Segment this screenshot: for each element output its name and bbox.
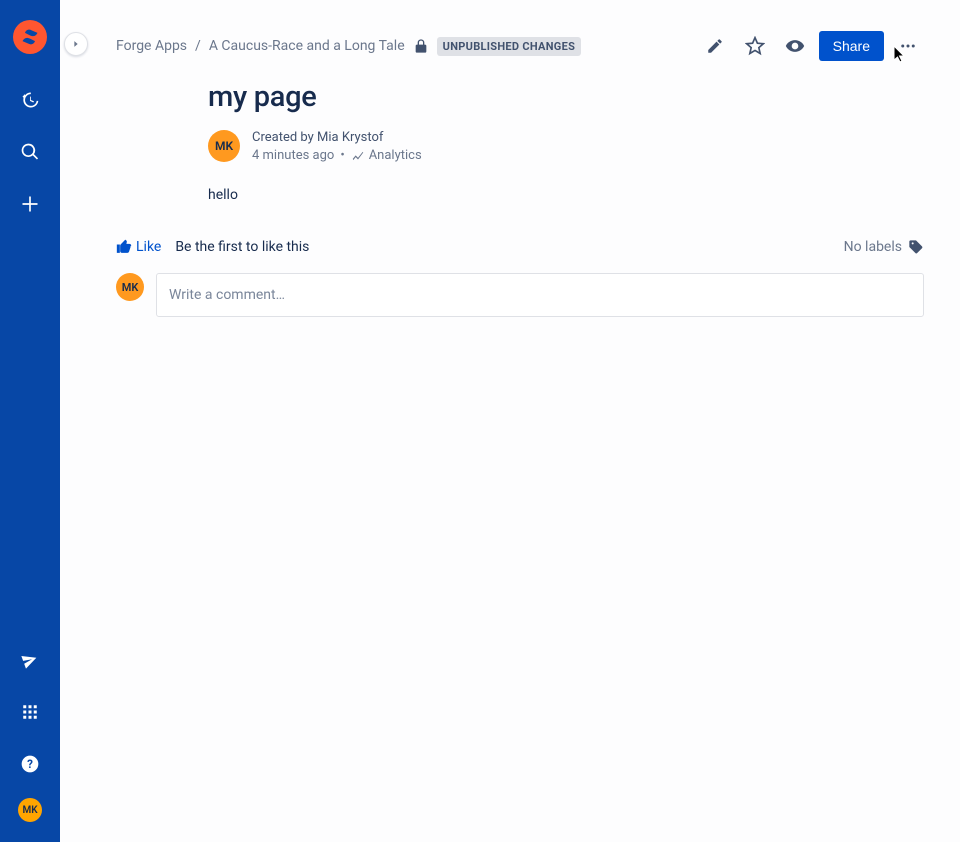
chevron-right-icon xyxy=(71,39,81,49)
page-content-text: hello xyxy=(208,187,904,203)
breadcrumb-space-link[interactable]: Forge Apps xyxy=(116,38,187,54)
analytics-link[interactable]: Analytics xyxy=(351,148,422,163)
share-button[interactable]: Share xyxy=(819,31,884,61)
star-button[interactable] xyxy=(739,30,771,62)
apps-button[interactable] xyxy=(12,694,48,730)
help-button[interactable]: ? xyxy=(12,746,48,782)
global-navigation: ? MK xyxy=(0,0,60,842)
breadcrumb: Forge Apps / A Caucus-Race and a Long Ta… xyxy=(116,37,581,56)
timestamp-text[interactable]: 4 minutes ago xyxy=(252,148,334,163)
pencil-icon xyxy=(706,37,724,55)
page-title: my page xyxy=(208,80,904,114)
page-header-row: Forge Apps / A Caucus-Race and a Long Ta… xyxy=(60,0,960,72)
search-button[interactable] xyxy=(12,134,48,170)
plus-icon xyxy=(20,194,40,214)
status-chip: UNPUBLISHED CHANGES xyxy=(437,37,582,56)
profile-avatar[interactable]: MK xyxy=(18,798,42,822)
like-prompt-text: Be the first to like this xyxy=(175,239,309,255)
thumbs-up-icon xyxy=(116,239,132,255)
global-nav-bottom: ? MK xyxy=(12,642,48,822)
comment-avatar[interactable]: MK xyxy=(116,273,144,301)
analytics-icon xyxy=(351,149,365,163)
tag-icon xyxy=(908,239,924,255)
comment-input[interactable] xyxy=(156,273,924,317)
megaphone-icon xyxy=(21,651,39,669)
breadcrumb-separator: / xyxy=(195,38,201,54)
whats-new-button[interactable] xyxy=(12,642,48,678)
watch-button[interactable] xyxy=(779,30,811,62)
page-byline: MK Created by Mia Krystof 4 minutes ago … xyxy=(208,130,904,163)
breadcrumb-page-link[interactable]: A Caucus-Race and a Long Tale xyxy=(209,38,405,54)
created-by-text: Created by Mia Krystof xyxy=(252,130,422,145)
confluence-icon xyxy=(20,27,40,47)
author-avatar[interactable]: MK xyxy=(208,130,240,162)
comment-section: MK xyxy=(60,273,960,317)
help-icon: ? xyxy=(20,754,40,774)
svg-text:?: ? xyxy=(27,757,33,771)
more-actions-button[interactable] xyxy=(892,30,924,62)
create-button[interactable] xyxy=(12,186,48,222)
eye-icon xyxy=(785,36,805,56)
app-switcher-logo[interactable] xyxy=(13,20,47,54)
main-content: Forge Apps / A Caucus-Race and a Long Ta… xyxy=(60,0,960,842)
reactions-row: Like Be the first to like this No labels xyxy=(60,233,960,273)
star-icon xyxy=(745,36,765,56)
recent-button[interactable] xyxy=(12,82,48,118)
restrictions-icon[interactable] xyxy=(413,38,429,54)
search-icon xyxy=(20,142,40,162)
recent-icon xyxy=(20,90,40,110)
like-button[interactable]: Like xyxy=(116,239,161,255)
labels-section[interactable]: No labels xyxy=(844,239,924,255)
more-horizontal-icon xyxy=(899,37,917,55)
edit-button[interactable] xyxy=(699,30,731,62)
apps-grid-icon xyxy=(21,703,39,721)
meta-separator: • xyxy=(340,148,344,163)
page-body-container: my page MK Created by Mia Krystof 4 minu… xyxy=(60,80,960,203)
expand-sidebar-button[interactable] xyxy=(64,32,88,56)
